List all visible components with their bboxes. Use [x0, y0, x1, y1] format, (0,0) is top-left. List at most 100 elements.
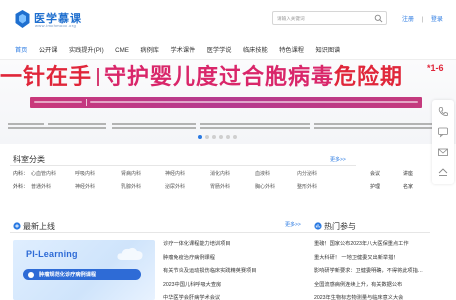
latest-more-link[interactable]: 更多>>: [285, 221, 301, 228]
featured-course-card[interactable]: PI-Learning 肿瘤规范化诊疗病例课程: [13, 240, 155, 300]
department-side-link[interactable]: 护理: [370, 183, 380, 190]
nav-item-open-course[interactable]: 公开课: [38, 46, 59, 56]
department-link[interactable]: 血液科: [255, 170, 270, 177]
latest-title: 最新上线: [13, 221, 55, 232]
hot-list-item[interactable]: 2023年生物标志物测量与临床意义大会: [314, 292, 456, 300]
fine-print-line: [112, 123, 196, 125]
hot-icon: [314, 222, 322, 230]
fine-print-line: [8, 123, 44, 125]
course-card-caption-bar: 肿瘤规范化诊疗病例课程: [23, 269, 141, 280]
department-side-link[interactable]: 讲座: [403, 170, 413, 177]
floating-toolbar: [432, 100, 454, 184]
carousel-dot[interactable]: [198, 135, 202, 139]
carousel-dot[interactable]: [205, 135, 209, 139]
banner-title-divider: [97, 68, 100, 86]
department-link[interactable]: 乳腺外科: [121, 183, 141, 190]
latest-list-item[interactable]: 肿瘤免疫治疗病例课程: [163, 252, 308, 266]
hot-title: 热门参与: [314, 221, 356, 232]
department-link[interactable]: 消化内科: [210, 170, 230, 177]
department-link[interactable]: 泌尿外科: [165, 183, 185, 190]
carousel-dot[interactable]: [212, 135, 216, 139]
carousel-dots: [198, 135, 240, 139]
nav-list: 首页 公开课 实践提升(PI) CME 病例库 学术课件 医学学说 临床技能 特…: [14, 46, 351, 56]
site-header: 医学慕课 www.imchmooc.org 注册 | 登录: [0, 0, 456, 40]
nav-item-clinical-skills[interactable]: 临床技能: [242, 46, 269, 56]
nav-item-pi[interactable]: 实践提升(PI): [68, 46, 105, 56]
search-input[interactable]: [277, 13, 369, 23]
department-link[interactable]: 普通外科: [31, 183, 51, 190]
hot-section: 热门参与 重磅！国家公布2023年八大医保重点工作 重大科研！ 一地卫健委又出新…: [310, 218, 456, 300]
fine-print-line: [8, 127, 106, 129]
banner-title-part3: 合胞病毒: [242, 64, 335, 89]
latest-list-item[interactable]: 中华医学会肝病学术会议: [163, 292, 308, 300]
nav-item-theory[interactable]: 医学学说: [206, 46, 233, 56]
department-side-link[interactable]: 名家: [403, 183, 413, 190]
hot-list-item[interactable]: 影响研学新要求：卫健委明确，不得将此项指…: [314, 265, 456, 279]
nav-item-cases[interactable]: 病例库: [139, 46, 160, 56]
hot-divider: [310, 232, 430, 233]
nav-item-featured[interactable]: 特色课程: [278, 46, 305, 56]
banner-title-part1: 一针在手: [0, 64, 93, 89]
nav-item-cme[interactable]: CME: [114, 46, 130, 56]
department-link[interactable]: 整形外科: [297, 183, 317, 190]
fine-print-line: [48, 123, 106, 125]
hero-banner[interactable]: 一针在手 守护婴儿度过合胞病毒危险期 *1-6: [0, 60, 456, 144]
department-side-link[interactable]: 会议: [370, 170, 380, 177]
search-box: [272, 11, 387, 25]
auth-links: 注册 | 登录: [402, 14, 443, 23]
chat-icon[interactable]: [437, 126, 449, 138]
banner-aside: *1-6: [427, 63, 444, 73]
department-link[interactable]: 呼吸内科: [75, 170, 95, 177]
fine-print-line: [200, 127, 310, 129]
main-nav: 首页 公开课 实践提升(PI) CME 病例库 学术课件 医学学说 临床技能 特…: [0, 42, 456, 60]
new-icon: [13, 222, 21, 230]
department-more-link[interactable]: 更多>>: [330, 156, 346, 163]
banner-title: 一针在手 守护婴儿度过合胞病毒危险期: [0, 63, 430, 91]
carousel-dot[interactable]: [233, 135, 237, 139]
hot-list-item[interactable]: 重大科研！ 一地卫健委又出新举措！: [314, 252, 456, 266]
hot-list-item[interactable]: 全国流感病例连续上升，有关数据公布: [314, 279, 456, 293]
department-row-label: 外科：: [13, 184, 29, 190]
department-divider: [10, 165, 356, 166]
login-link[interactable]: 登录: [431, 14, 443, 23]
latest-section: 最新上线 更多>> PI-Learning 肿瘤规范化诊疗病例课程 诊疗一体化课…: [10, 218, 310, 300]
banner-band-text: [34, 101, 82, 103]
logo-subtitle: www.imchmooc.org: [35, 23, 77, 28]
phone-icon[interactable]: [437, 106, 449, 118]
nav-item-knowledge-graph[interactable]: 知识图谱: [314, 46, 341, 56]
fine-print-line: [112, 127, 196, 129]
auth-separator: |: [421, 17, 424, 23]
department-title: 科室分类: [13, 155, 45, 164]
fine-print-line: [314, 127, 448, 129]
banner-band-divider: [86, 99, 87, 106]
department-link[interactable]: 胃肠外科: [210, 183, 230, 190]
register-link[interactable]: 注册: [402, 14, 414, 23]
course-card-caption: 肿瘤规范化诊疗病例课程: [39, 272, 97, 278]
carousel-dot[interactable]: [219, 135, 223, 139]
banner-subtitle-band: [30, 97, 422, 108]
hot-list-item[interactable]: 重磅！国家公布2023年八大医保重点工作: [314, 238, 456, 252]
back-to-top-icon[interactable]: [437, 166, 449, 178]
department-link[interactable]: 胸心外科: [255, 183, 275, 190]
latest-list-item[interactable]: 有关节炎及运动损伤临床实践精英赛项目: [163, 265, 308, 279]
latest-list-item[interactable]: 诊疗一体化课程能力培训项目: [163, 238, 308, 252]
department-row-label: 内科：: [13, 171, 29, 177]
latest-divider: [10, 232, 310, 233]
nav-item-home[interactable]: 首页: [14, 46, 28, 56]
nav-item-slides[interactable]: 学术课件: [169, 46, 196, 56]
banner-band-text: [90, 101, 418, 103]
latest-list-item[interactable]: 2023中国儿科呼吸大查房: [163, 279, 308, 293]
department-link[interactable]: 心血管内科: [31, 170, 56, 177]
department-link[interactable]: 内分泌科: [297, 170, 317, 177]
mail-icon[interactable]: [437, 146, 449, 158]
search-icon[interactable]: [374, 14, 383, 23]
logo-mark-icon: [15, 10, 30, 28]
department-link[interactable]: 神经内科: [165, 170, 185, 177]
department-link[interactable]: 神经外科: [75, 183, 95, 190]
carousel-dot[interactable]: [226, 135, 230, 139]
department-section: 科室分类 更多>> 内科： 心血管内科 呼吸内科 肾病内科 神经内科 消化内科 …: [10, 148, 430, 198]
department-link[interactable]: 肾病内科: [121, 170, 141, 177]
fine-print-line: [314, 123, 448, 125]
site-logo[interactable]: 医学慕课 www.imchmooc.org: [14, 8, 104, 32]
latest-title-text: 最新上线: [23, 222, 55, 231]
